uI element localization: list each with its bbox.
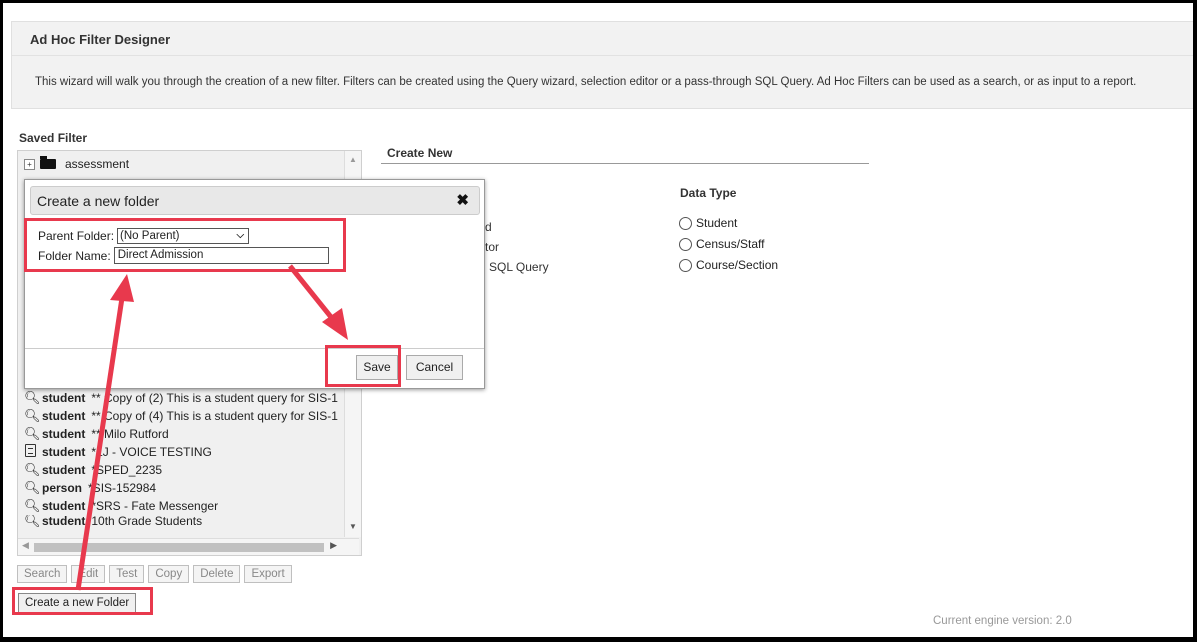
- scroll-down-icon[interactable]: ▼: [349, 522, 357, 531]
- radio-icon[interactable]: [679, 258, 692, 272]
- list-item[interactable]: student *LJ - VOICE TESTING: [24, 443, 212, 461]
- filter-name: *SPED_2235: [91, 463, 163, 477]
- query-wizard-option[interactable]: d: [485, 220, 492, 234]
- magnifier-icon: 🔍︎: [24, 480, 41, 495]
- filter-name: 10th Grade Students: [91, 515, 203, 527]
- list-item[interactable]: 🔍︎ student ** Copy of (4) This is a stud…: [24, 407, 338, 425]
- edit-button[interactable]: Edit: [71, 565, 106, 583]
- folder-name: assessment: [65, 157, 130, 171]
- horizontal-scrollbar[interactable]: ◀ ▶: [18, 538, 359, 555]
- expand-icon[interactable]: +: [24, 158, 35, 170]
- magnifier-icon: 🔍︎: [24, 390, 41, 405]
- scroll-thumb[interactable]: [34, 543, 324, 552]
- radio-label: Census/Staff: [696, 237, 765, 251]
- test-button[interactable]: Test: [109, 565, 145, 583]
- create-new-divider: [381, 163, 869, 164]
- folder-icon: [40, 156, 56, 169]
- filter-type: person: [42, 481, 83, 495]
- radio-census-staff[interactable]: Census/Staff: [679, 237, 764, 251]
- page-frame: Ad Hoc Filter Designer This wizard will …: [3, 3, 1193, 637]
- filter-action-buttons: Search Edit Test Copy Delete Export: [17, 565, 292, 583]
- document-icon: [24, 444, 36, 457]
- delete-button[interactable]: Delete: [193, 565, 241, 583]
- filter-type: student: [42, 391, 86, 405]
- create-folder-dialog: Create a new folder ✖ Parent Folder: (No…: [24, 179, 485, 389]
- radio-label: Student: [696, 216, 738, 230]
- filter-name: ** Copy of (2) This is a student query f…: [91, 391, 338, 405]
- filter-name: ** Milo Rutford: [91, 427, 169, 441]
- magnifier-icon: 🔍︎: [24, 498, 41, 513]
- filter-type: student: [42, 427, 86, 441]
- list-item[interactable]: 🔍︎ person *SIS-152984: [24, 479, 156, 497]
- radio-course-section[interactable]: Course/Section: [679, 258, 778, 272]
- selection-editor-option[interactable]: tor: [485, 240, 499, 254]
- dialog-divider: [25, 348, 484, 349]
- dialog-title: Create a new folder: [37, 193, 160, 209]
- page-title: Ad Hoc Filter Designer: [30, 32, 171, 47]
- page-description: This wizard will walk you through the cr…: [35, 76, 1137, 88]
- list-item[interactable]: 🔍︎ student *SRS - Fate Messenger: [24, 497, 218, 515]
- magnifier-icon: 🔍︎: [24, 408, 41, 423]
- scroll-left-icon[interactable]: ◀: [22, 540, 29, 551]
- magnifier-icon: 🔍︎: [24, 426, 41, 441]
- sql-query-option[interactable]: SQL Query: [489, 260, 549, 274]
- filter-type: student: [42, 445, 86, 459]
- create-new-label: Create New: [387, 146, 453, 160]
- export-button[interactable]: Export: [244, 565, 292, 583]
- filter-type: student: [42, 515, 86, 527]
- list-item[interactable]: 🔍︎ student ** Copy of (2) This is a stud…: [24, 389, 338, 407]
- form-highlight-box: [24, 218, 346, 272]
- filter-name: *SRS - Fate Messenger: [91, 499, 219, 513]
- magnifier-icon: 🔍︎: [24, 462, 41, 477]
- data-type-label: Data Type: [680, 186, 737, 200]
- scroll-right-icon[interactable]: ▶: [330, 540, 337, 551]
- document-icon-wrap: [24, 444, 36, 460]
- filter-name: *SIS-152984: [88, 481, 157, 495]
- filter-type: student: [42, 409, 86, 423]
- radio-label: Course/Section: [696, 258, 779, 272]
- magnifier-icon: 🔍︎: [24, 515, 41, 527]
- radio-icon[interactable]: [679, 237, 692, 251]
- saved-filter-label: Saved Filter: [19, 131, 88, 145]
- copy-button[interactable]: Copy: [148, 565, 190, 583]
- radio-icon[interactable]: [679, 216, 692, 230]
- cancel-button[interactable]: Cancel: [406, 355, 463, 380]
- folder-row-assessment[interactable]: + assessment: [24, 155, 129, 173]
- list-item[interactable]: 🔍︎ student *SPED_2235: [24, 461, 162, 479]
- search-button[interactable]: Search: [17, 565, 68, 583]
- filter-name: *LJ - VOICE TESTING: [91, 445, 212, 459]
- filter-type: student: [42, 499, 86, 513]
- dialog-header: Create a new folder ✖: [30, 186, 480, 215]
- create-folder-highlight-box: [12, 587, 153, 615]
- header-divider: [12, 55, 1193, 56]
- filter-name: ** Copy of (4) This is a student query f…: [91, 409, 338, 423]
- list-item[interactable]: 🔍︎ student ** Milo Rutford: [24, 425, 169, 443]
- save-highlight-box: [325, 345, 401, 387]
- engine-version: Current engine version: 2.0: [933, 615, 1072, 627]
- radio-student[interactable]: Student: [679, 216, 737, 230]
- scroll-up-icon[interactable]: ▲: [349, 155, 357, 164]
- list-item[interactable]: 🔍︎ student 10th Grade Students: [24, 515, 202, 527]
- filter-type: student: [42, 463, 86, 477]
- header-panel: Ad Hoc Filter Designer This wizard will …: [11, 21, 1193, 109]
- close-icon[interactable]: ✖: [456, 191, 469, 209]
